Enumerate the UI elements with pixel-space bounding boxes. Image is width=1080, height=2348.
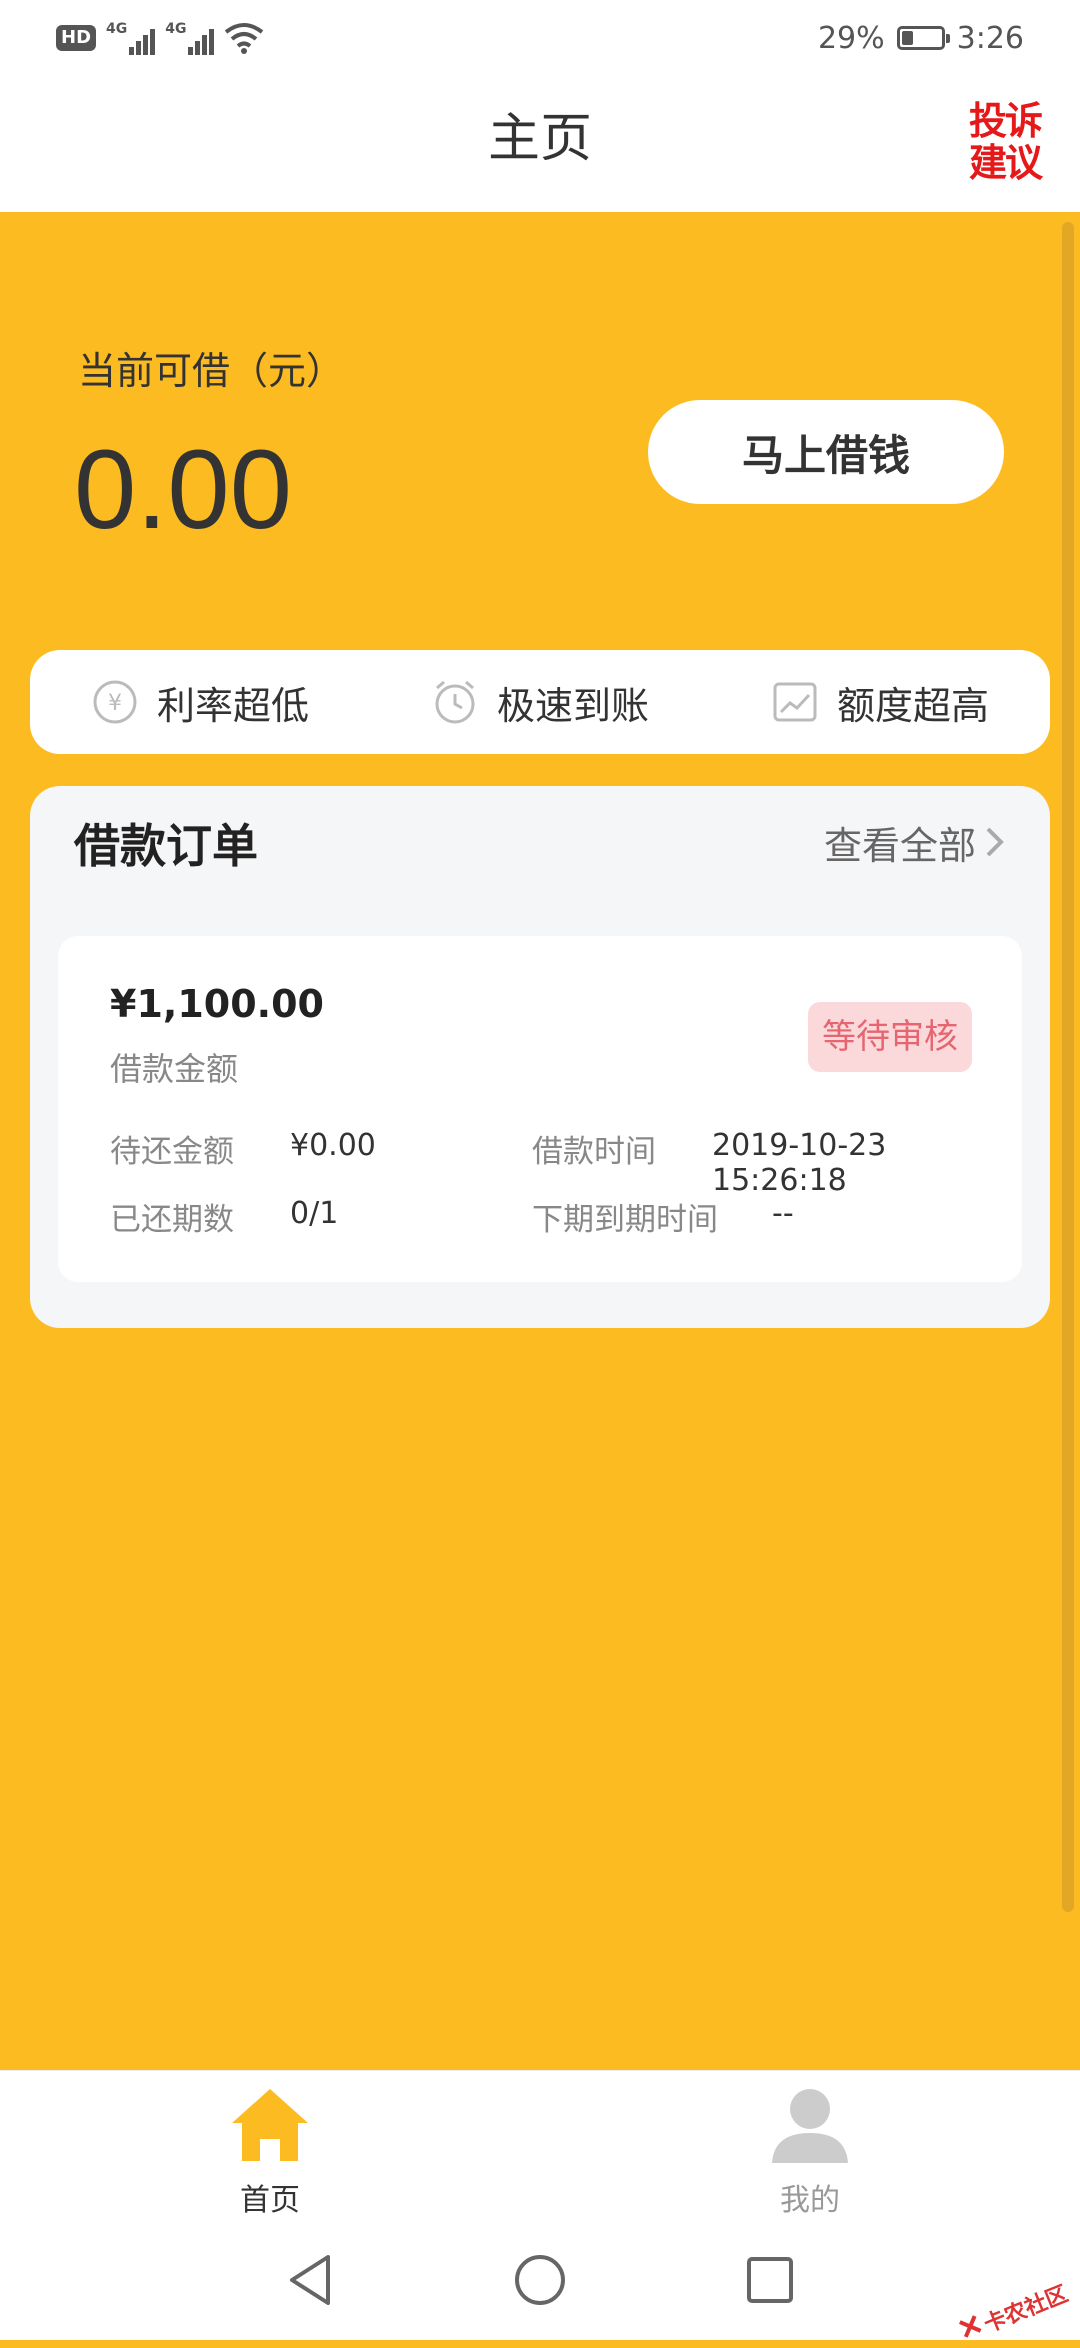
clock-icon: [431, 678, 479, 726]
page-title: 主页: [487, 109, 592, 169]
svg-text:¥: ¥: [108, 691, 122, 716]
home-icon: [228, 2089, 312, 2169]
loan-orders-card: 借款订单 查看全部 ¥1,100.00 借款金额 等待审核 待还金额 ¥0.00…: [30, 786, 1050, 1328]
status-left: HD 4G 4G: [56, 18, 264, 58]
loan-time-label: 借款时间: [532, 1134, 656, 1170]
complaint-line-2: 建议: [968, 141, 1043, 185]
wifi-icon: [224, 22, 264, 54]
balance-label: 当前可借（元）: [78, 349, 345, 393]
feature-low-rate: ¥ 利率超低: [91, 675, 309, 730]
battery-icon: [896, 26, 950, 50]
borrow-now-button[interactable]: 马上借钱: [648, 400, 1004, 504]
order-amount: ¥1,100.00: [110, 982, 324, 1026]
network-type-2: 4G: [165, 21, 187, 37]
balance-amount: 0.00: [74, 427, 292, 552]
next-due-value: --: [772, 1196, 794, 1231]
complaint-suggestion-button[interactable]: 投诉 建议: [960, 100, 1050, 184]
status-badge: 等待审核: [808, 1002, 972, 1072]
chevron-right-icon: [984, 818, 1006, 874]
feature-label: 利率超低: [156, 683, 309, 728]
nav-home-label: 首页: [240, 2183, 300, 2218]
network-type-1: 4G: [106, 21, 128, 37]
nav-home[interactable]: 首页: [170, 2085, 370, 2219]
pending-amount-value: ¥0.00: [290, 1128, 376, 1163]
status-bar: HD 4G 4G 29% 3:26: [0, 0, 1080, 74]
order-item[interactable]: ¥1,100.00 借款金额 等待审核 待还金额 ¥0.00 借款时间 2019…: [58, 936, 1022, 1282]
clock-time: 3:26: [956, 20, 1024, 56]
complaint-line-1: 投诉: [968, 99, 1043, 143]
status-right: 29% 3:26: [818, 18, 1024, 58]
view-all-label: 查看全部: [823, 824, 976, 868]
feature-fast-arrival: 极速到账: [431, 675, 649, 730]
recent-apps-icon[interactable]: [740, 2250, 800, 2310]
view-all-link[interactable]: 查看全部: [824, 818, 1006, 874]
orders-title: 借款订单: [74, 819, 258, 873]
chart-icon: [771, 678, 819, 726]
pending-amount-label: 待还金额: [110, 1134, 234, 1170]
features-strip: ¥ 利率超低 极速到账 额度超高: [30, 650, 1050, 754]
feature-label: 额度超高: [836, 683, 989, 728]
bottom-nav: 首页 我的: [0, 2070, 1080, 2221]
feature-high-limit: 额度超高: [771, 675, 989, 730]
nav-mine-label: 我的: [780, 2183, 840, 2218]
next-due-label: 下期到期时间: [532, 1202, 718, 1238]
loan-time-value: 2019-10-23 15:26:18: [712, 1128, 887, 1198]
nav-mine[interactable]: 我的: [710, 2085, 910, 2219]
signal-icon-2: 4G: [165, 21, 215, 55]
back-icon[interactable]: [280, 2250, 340, 2310]
feature-label: 极速到账: [496, 683, 649, 728]
repaid-periods-label: 已还期数: [110, 1202, 234, 1238]
repaid-periods-value: 0/1: [290, 1196, 339, 1231]
scrollbar[interactable]: [1062, 222, 1074, 1912]
hd-badge: HD: [56, 25, 97, 51]
yen-icon: ¥: [91, 678, 139, 726]
home-circle-icon[interactable]: [510, 2250, 570, 2310]
system-navigation-bar: [0, 2220, 1080, 2340]
app-header: 主页 投诉 建议: [0, 74, 1080, 212]
order-amount-label: 借款金额: [110, 1050, 239, 1088]
battery-percent: 29%: [817, 20, 885, 56]
signal-icon-1: 4G: [106, 21, 156, 55]
user-icon: [768, 2089, 852, 2169]
